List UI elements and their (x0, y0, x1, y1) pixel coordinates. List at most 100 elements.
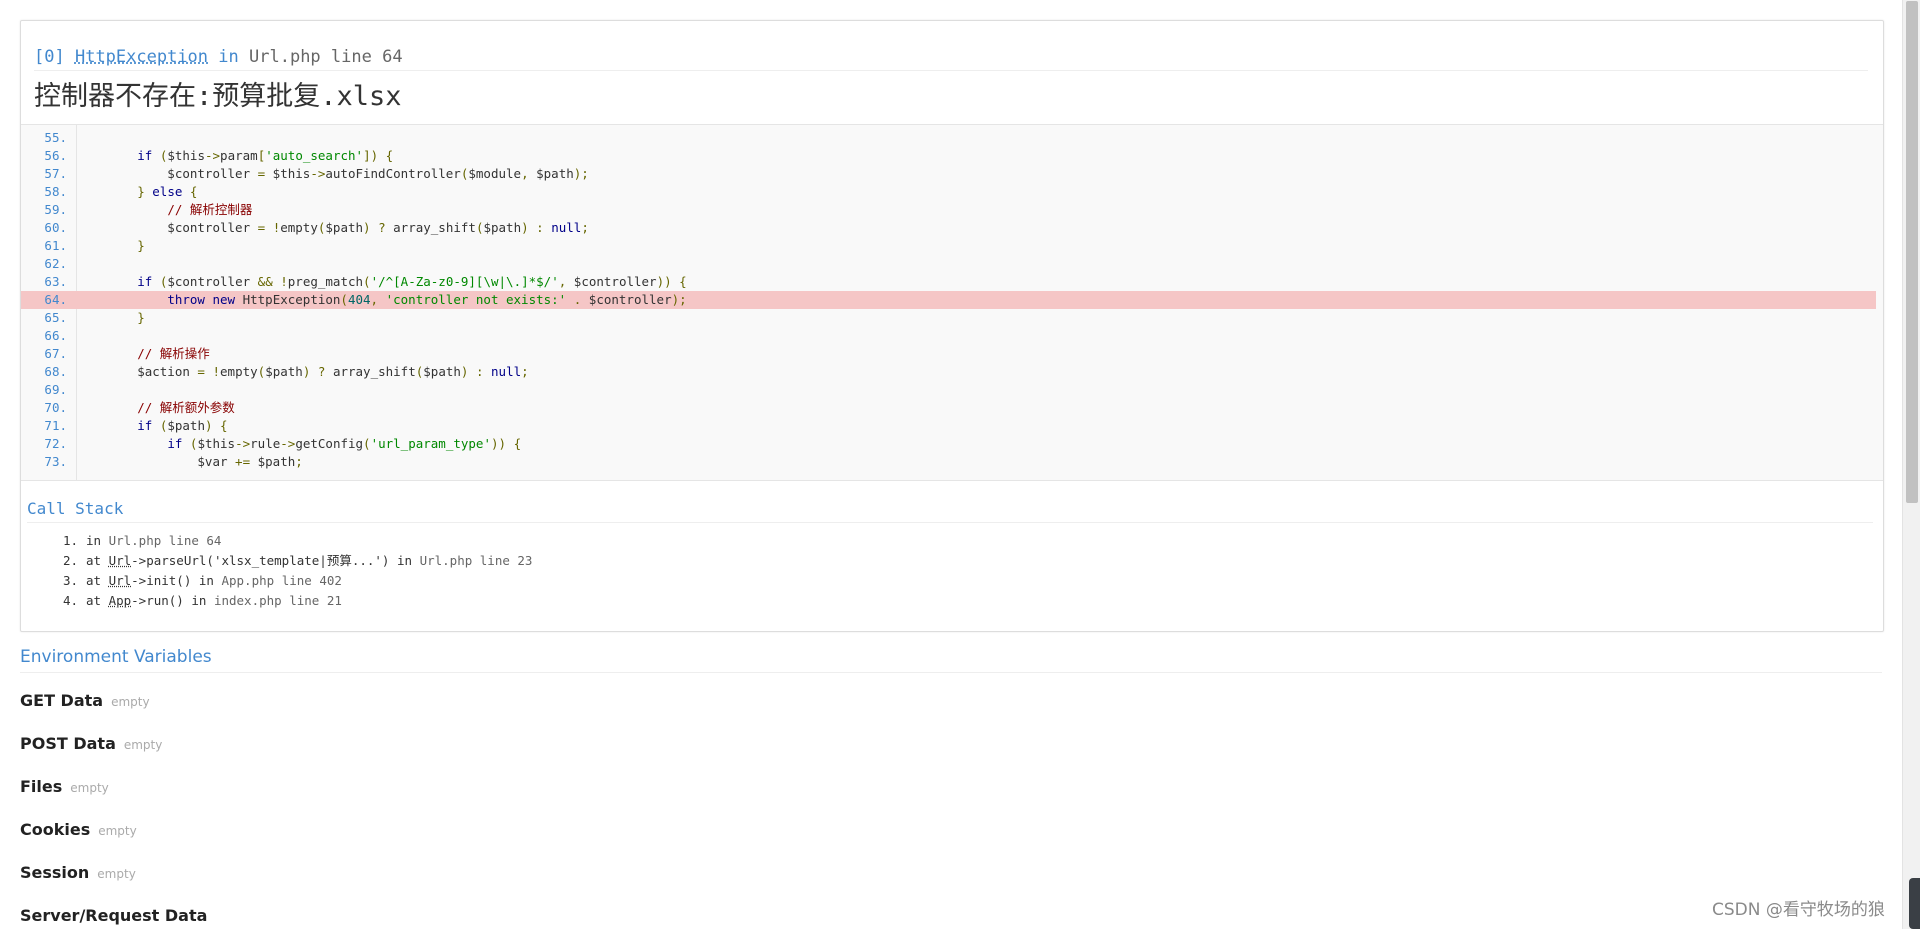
scrollbar-thumb[interactable] (1906, 1, 1918, 503)
code-line: 71. if ($path) { (21, 417, 1876, 435)
exception-message: 控制器不存在:预算批复.xlsx (34, 81, 402, 112)
stack-location: App.php line 402 (221, 573, 342, 588)
stack-index: 2. (62, 553, 78, 568)
environment-variables-title: Environment Variables (20, 642, 1882, 673)
line-number: 66. (44, 328, 67, 343)
code-text: $var += $path; (77, 454, 303, 469)
environment-section: Cookies empty (20, 815, 620, 845)
code-line: 66. (21, 327, 1876, 345)
line-number: 65. (44, 310, 67, 325)
stack-in: in (191, 573, 222, 588)
call-stack-item: 3. at Url->init() in App.php line 402 (46, 571, 1866, 591)
environment-empty-label: empty (111, 695, 150, 709)
environment-section-name: Server/Request Data (20, 906, 208, 925)
stack-location: Url.php line 23 (419, 553, 533, 568)
exception-header: [0] HttpException in Url.php line 64 控制器… (21, 21, 1883, 124)
call-stack-item: 4. at App->run() in index.php line 21 (46, 591, 1866, 611)
environment-section-name: Cookies (20, 820, 91, 839)
call-stack-title: Call Stack (27, 496, 1873, 523)
line-number: 61. (44, 238, 67, 253)
environment-section: Session empty (20, 858, 620, 888)
stack-class[interactable]: Url (109, 573, 132, 588)
exception-in-text: in (218, 47, 239, 67)
stack-location: Url.php line 64 (108, 533, 222, 548)
code-text: $action = !empty($path) ? array_shift($p… (77, 364, 529, 379)
environment-section: Files empty (20, 772, 620, 802)
code-line: 61. } (21, 237, 1876, 255)
code-line: 55. (21, 129, 1876, 147)
environment-empty-label: empty (123, 738, 163, 752)
environment-empty-label: empty (98, 824, 137, 838)
environment-section-name: Session (20, 863, 90, 882)
stack-prefix: at (86, 593, 109, 608)
stack-call: ->run() (131, 593, 184, 608)
stack-index: 4. (62, 593, 78, 608)
line-number: 73. (44, 454, 67, 469)
line-number: 56. (44, 148, 67, 163)
side-widget-handle[interactable] (1909, 878, 1920, 929)
code-line: 72. if ($this->rule->getConfig('url_para… (21, 435, 1876, 453)
code-line: 62. (21, 255, 1876, 273)
code-line: 57. $controller = $this->autoFindControl… (21, 165, 1876, 183)
environment-empty-label: empty (70, 781, 109, 795)
code-line: 60. $controller = !empty($path) ? array_… (21, 219, 1876, 237)
line-number: 68. (44, 364, 67, 379)
code-line: 58. } else { (21, 183, 1876, 201)
line-number: 72. (44, 436, 67, 451)
line-number: 67. (44, 346, 67, 361)
line-number: 70. (44, 400, 67, 415)
exception-file: Url.php (249, 47, 321, 67)
code-text: // 解析额外参数 (137, 400, 235, 415)
environment-section: Server/Request Data (20, 901, 620, 929)
code-line: 56. if ($this->param['auto_search']) { (21, 147, 1876, 165)
stack-class[interactable]: App (109, 593, 132, 608)
stack-location: index.php line 21 (213, 593, 342, 608)
exception-panel: [0] HttpException in Url.php line 64 控制器… (20, 20, 1884, 632)
stack-prefix: at (86, 553, 109, 568)
exception-class-link[interactable]: HttpException (75, 47, 208, 67)
call-stack-item: 1. in Url.php line 64 (46, 531, 1866, 551)
vertical-scrollbar[interactable] (1902, 0, 1920, 929)
code-text: if ($this->rule->getConfig('url_param_ty… (167, 436, 522, 451)
code-line: 59. // 解析控制器 (21, 201, 1876, 219)
error-page: [0] HttpException in Url.php line 64 控制器… (0, 0, 1920, 929)
code-line: 63. if ($controller && !preg_match('/^[A… (21, 273, 1876, 291)
code-text: } else { (137, 184, 198, 199)
code-text: } (137, 238, 145, 253)
code-text: $controller = $this->autoFindController(… (77, 166, 589, 181)
code-text: throw new HttpException(404, 'controller… (167, 292, 687, 307)
exception-line: line 64 (330, 47, 403, 67)
code-line: 70. // 解析额外参数 (21, 399, 1876, 417)
code-line-highlighted: 64. throw new HttpException(404, 'contro… (21, 291, 1876, 309)
line-number: 57. (44, 166, 67, 181)
call-stack-item: 2. at Url->parseUrl('xlsx_template|预算...'… (46, 551, 1866, 571)
environment-section-name: POST Data (20, 734, 116, 753)
line-number: 55. (44, 130, 67, 145)
code-text: // 解析操作 (137, 346, 210, 361)
environment-section-name: GET Data (20, 691, 104, 710)
code-line: 65. } (21, 309, 1876, 327)
environment-section-name: Files (20, 777, 63, 796)
environment-section: POST Data empty (20, 729, 620, 759)
stack-index: 3. (62, 573, 78, 588)
stack-call: ->init() (131, 573, 192, 588)
stack-in: in (183, 593, 214, 608)
code-text: // 解析控制器 (167, 202, 253, 217)
code-text: if ($this->param['auto_search']) { (137, 148, 394, 163)
environment-section: GET Data empty (20, 686, 620, 716)
line-number: 60. (44, 220, 67, 235)
code-text: if ($controller && !preg_match('/^[A-Za-… (137, 274, 687, 289)
stack-index: 1. (62, 533, 78, 548)
exception-meta: [0] HttpException in Url.php line 64 (34, 44, 1868, 71)
stack-in: in (389, 553, 420, 568)
line-number: 58. (44, 184, 67, 199)
line-number: 71. (44, 418, 67, 433)
csdn-watermark: CSDN @看守牧场的狼 (1712, 900, 1885, 920)
exception-index: [0] (34, 47, 65, 67)
stack-class[interactable]: Url (109, 553, 132, 568)
line-number: 69. (44, 382, 67, 397)
code-line: 68. $action = !empty($path) ? array_shif… (21, 363, 1876, 381)
code-text: $controller = !empty($path) ? array_shif… (77, 220, 589, 235)
call-stack-list: 1. in Url.php line 64 2. at Url->parseUrl('… (46, 531, 1866, 621)
code-text: } (137, 310, 145, 325)
